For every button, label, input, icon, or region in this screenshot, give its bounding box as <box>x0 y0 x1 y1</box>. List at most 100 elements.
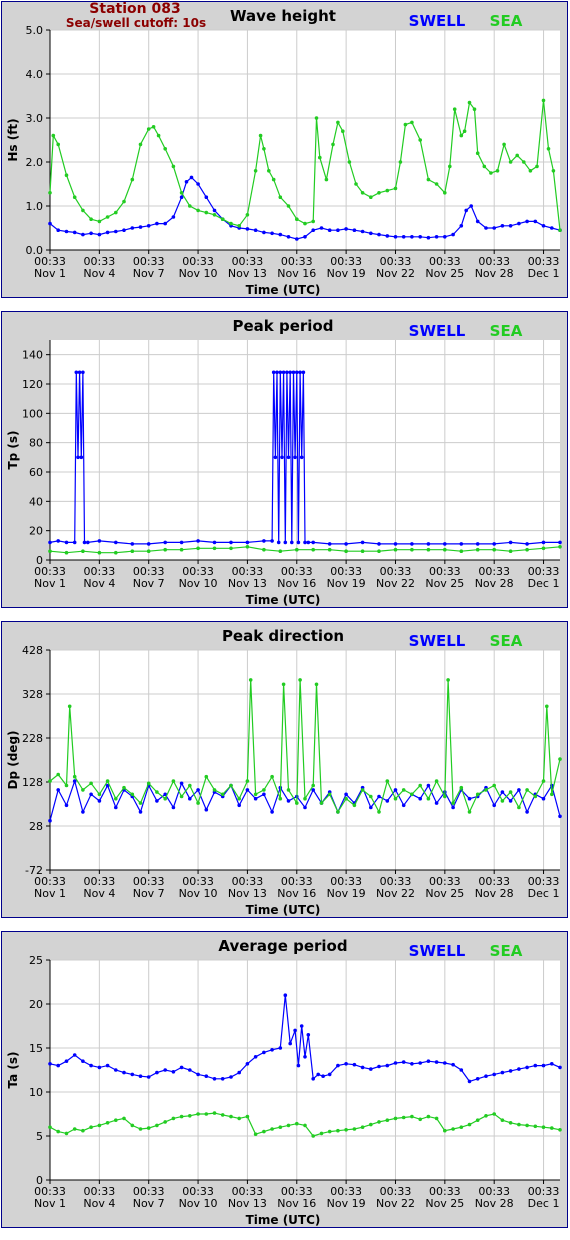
x-tick-label-date: Nov 22 <box>376 267 415 280</box>
data-point <box>291 370 296 375</box>
data-point <box>525 547 529 552</box>
y-tick-label: 100 <box>22 407 43 420</box>
data-point <box>179 540 184 545</box>
data-point <box>155 221 159 226</box>
data-point <box>426 783 431 788</box>
data-point <box>276 540 281 545</box>
data-point <box>81 810 85 814</box>
data-point <box>48 540 52 545</box>
data-point <box>196 801 200 805</box>
data-point <box>81 208 85 213</box>
x-tick-label-date: Nov 16 <box>277 577 316 590</box>
data-point <box>196 546 200 551</box>
data-point <box>188 783 192 788</box>
data-point <box>130 1123 135 1128</box>
data-point <box>489 171 493 175</box>
data-point <box>459 1125 464 1129</box>
data-point <box>410 547 414 552</box>
data-point <box>535 164 539 169</box>
x-tick-label-date: Nov 19 <box>327 267 366 280</box>
data-point <box>105 1121 110 1125</box>
data-point <box>114 796 118 801</box>
data-point <box>492 547 497 552</box>
x-tick-label-date: Nov 4 <box>83 577 115 590</box>
data-point <box>533 219 538 224</box>
data-point <box>271 370 276 375</box>
data-point <box>290 540 294 545</box>
data-point <box>495 169 500 173</box>
x-tick-label-date: Nov 28 <box>475 577 514 590</box>
data-point <box>369 231 373 236</box>
data-point <box>475 792 480 797</box>
data-point <box>278 195 283 199</box>
data-point <box>130 1072 135 1077</box>
data-point <box>89 217 93 221</box>
data-point <box>122 1116 126 1121</box>
data-point <box>138 142 143 147</box>
data-point <box>262 539 266 543</box>
data-point <box>286 799 291 803</box>
data-point <box>525 542 529 546</box>
data-point <box>212 788 217 792</box>
x-tick-label-date: Dec 1 <box>528 887 560 900</box>
data-point <box>434 779 439 783</box>
x-tick-label-date: Nov 22 <box>376 577 415 590</box>
data-point <box>146 127 151 131</box>
data-point <box>89 792 93 797</box>
data-point <box>72 1053 77 1057</box>
data-point <box>314 116 319 120</box>
data-point <box>97 792 102 797</box>
data-point <box>492 1112 497 1116</box>
data-point <box>86 540 90 545</box>
data-point <box>500 224 505 228</box>
data-point <box>56 1063 60 1068</box>
data-point <box>48 191 52 195</box>
data-point <box>156 133 161 138</box>
y-tick-label: 2.0 <box>26 156 44 169</box>
data-point <box>262 1129 266 1134</box>
data-point <box>443 794 447 799</box>
x-tick-label-date: Nov 13 <box>228 887 267 900</box>
data-point <box>146 1126 151 1130</box>
data-point <box>286 235 291 239</box>
data-point <box>327 792 332 797</box>
data-point <box>401 803 406 808</box>
legend-swell: SWELL <box>409 322 466 340</box>
data-point <box>347 160 352 164</box>
data-point <box>188 204 192 208</box>
data-point <box>81 1059 85 1063</box>
x-tick-label-date: Nov 13 <box>228 577 267 590</box>
data-point <box>105 1063 110 1068</box>
data-point <box>360 1065 365 1070</box>
data-point <box>196 539 200 543</box>
y-tick-label: 0.0 <box>26 244 44 257</box>
data-point <box>459 785 464 790</box>
data-point <box>163 540 167 545</box>
data-point <box>426 235 431 240</box>
data-point <box>288 1041 293 1046</box>
data-point <box>245 1062 250 1066</box>
data-point <box>163 796 167 801</box>
chart-title: Wave height <box>230 7 336 25</box>
data-point <box>360 229 365 234</box>
data-point <box>303 796 307 801</box>
data-point <box>138 1074 143 1078</box>
data-point <box>324 177 329 182</box>
data-point <box>278 1046 283 1050</box>
data-point <box>189 175 194 180</box>
data-point <box>81 788 85 792</box>
data-point <box>500 790 505 794</box>
data-point <box>64 550 69 555</box>
data-point <box>138 810 143 814</box>
data-point <box>385 779 390 783</box>
data-point <box>245 788 250 792</box>
data-point <box>311 219 316 224</box>
data-point <box>278 549 283 553</box>
data-point <box>492 803 497 808</box>
data-point <box>500 1070 505 1075</box>
data-point <box>179 781 184 786</box>
legend-sea: SEA <box>490 942 523 960</box>
x-tick-label-date: Nov 1 <box>34 887 66 900</box>
chart-title: Peak direction <box>222 627 344 645</box>
data-point <box>385 799 390 803</box>
